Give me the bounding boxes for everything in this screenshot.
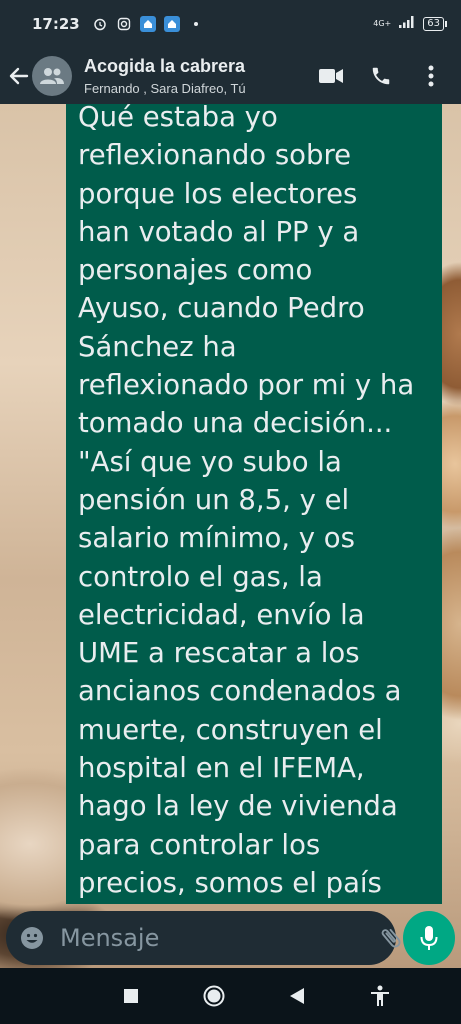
accessibility-icon[interactable]	[365, 981, 395, 1011]
message-text: Qué estaba yo reflexionando sobre porque…	[78, 104, 415, 899]
chat-participants: Fernando , Sara Diafreo, Tú	[84, 81, 246, 96]
system-nav-bar	[0, 968, 461, 1024]
app-notification-icon	[139, 16, 156, 32]
phone-icon[interactable]	[369, 64, 393, 88]
notification-icons	[92, 16, 198, 32]
more-notifications-dot	[193, 22, 198, 26]
chat-title-area[interactable]: Acogida la cabrera Fernando , Sara Diafr…	[84, 56, 319, 96]
back-arrow-icon[interactable]	[6, 63, 32, 89]
recents-icon[interactable]	[116, 981, 146, 1011]
message-input[interactable]	[60, 924, 360, 952]
app-notification-icon	[163, 16, 180, 32]
emoji-icon[interactable]	[20, 925, 44, 951]
message-input-pill	[6, 911, 446, 965]
battery-icon: 63	[423, 17, 447, 31]
alarm-icon	[92, 16, 108, 32]
group-icon	[40, 68, 64, 84]
video-call-icon[interactable]	[319, 64, 343, 88]
more-vert-icon[interactable]	[419, 64, 443, 88]
status-bar: 17:23 4G+ 63	[0, 0, 461, 48]
home-icon[interactable]	[199, 981, 229, 1011]
chat-area[interactable]: Qué estaba yo reflexionando sobre porque…	[0, 104, 461, 968]
message-bubble[interactable]: Qué estaba yo reflexionando sobre porque…	[66, 104, 442, 904]
status-time: 17:23	[32, 15, 80, 33]
signal-icon	[399, 15, 415, 33]
chat-header: Acogida la cabrera Fernando , Sara Diafr…	[0, 48, 461, 104]
chat-title: Acogida la cabrera	[84, 56, 246, 76]
composer-bar	[0, 908, 461, 968]
microphone-icon[interactable]	[403, 911, 455, 965]
group-avatar[interactable]	[32, 56, 72, 96]
battery-level: 63	[423, 17, 444, 31]
network-type: 4G+	[373, 19, 392, 28]
paperclip-icon[interactable]	[378, 923, 404, 953]
back-nav-icon[interactable]	[282, 981, 312, 1011]
instagram-icon	[116, 16, 132, 32]
